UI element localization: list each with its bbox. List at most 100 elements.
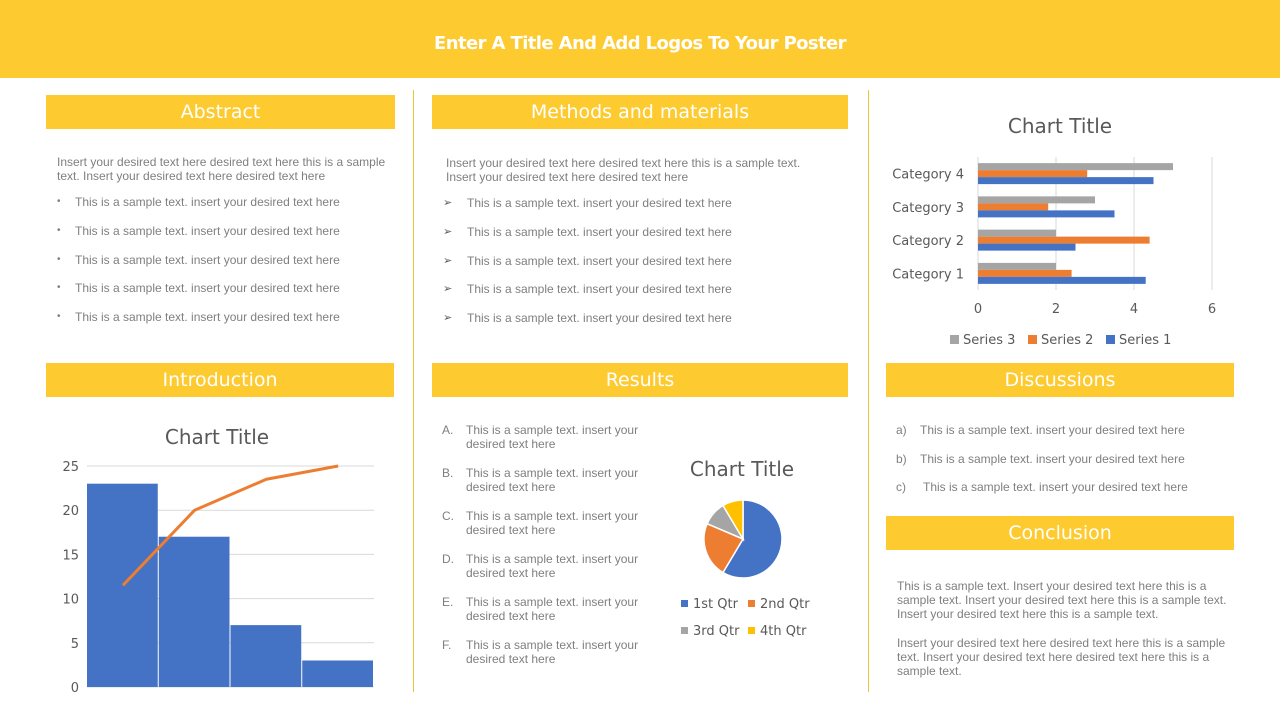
legend-label: Series 3 bbox=[963, 333, 1015, 348]
list-item: ➢ This is a sample text. insert your desi… bbox=[443, 254, 823, 283]
y-tick-label: 20 bbox=[62, 504, 79, 519]
conclusion-heading: Conclusion bbox=[886, 516, 1234, 550]
list-item-text: This is a sample text. insert your desir… bbox=[923, 480, 1188, 494]
bullet-dot-icon: • bbox=[57, 282, 61, 294]
methods-intro: Insert your desired text here desired te… bbox=[446, 156, 801, 184]
methods-heading: Methods and materials bbox=[432, 95, 848, 129]
list-item-text: This is a sample text. insert your desir… bbox=[75, 281, 340, 296]
x-tick-label: 4 bbox=[1130, 302, 1138, 317]
legend-swatch bbox=[748, 600, 755, 607]
list-item: • This is a sample text. insert your desi… bbox=[57, 253, 397, 282]
bar-chart: 0 2 4 6 Category 1 Category 2 Category 3 Catego… bbox=[892, 157, 1216, 348]
bar-series-1 bbox=[978, 210, 1115, 218]
legend-swatch bbox=[681, 600, 688, 607]
bullet-dot-icon: • bbox=[57, 196, 61, 207]
pareto-bar bbox=[230, 625, 302, 687]
list-item: ➢ This is a sample text. insert your desi… bbox=[443, 282, 823, 311]
bar-series-3 bbox=[978, 262, 1056, 270]
list-item-text: This is a sample text. insert your desir… bbox=[466, 595, 639, 623]
list-marker: B. bbox=[442, 466, 454, 480]
list-marker: b) bbox=[896, 451, 907, 466]
list-item-text: This is a sample text. insert your desir… bbox=[466, 509, 639, 537]
introduction-heading: Introduction bbox=[46, 363, 394, 397]
legend-label: Series 2 bbox=[1041, 333, 1093, 348]
list-item-text: This is a sample text. insert your desir… bbox=[920, 451, 1185, 466]
arrow-right-icon: ➢ bbox=[443, 312, 453, 325]
bar-series-2 bbox=[978, 203, 1049, 211]
list-item: • This is a sample text. insert your desi… bbox=[57, 310, 397, 339]
list-marker: c) bbox=[896, 480, 906, 494]
list-marker: C. bbox=[442, 509, 454, 523]
list-item: • This is a sample text. insert your desi… bbox=[57, 195, 397, 224]
list-marker: F. bbox=[442, 638, 452, 652]
y-tick-label: 25 bbox=[62, 460, 79, 475]
x-tick-label: 0 bbox=[974, 302, 982, 317]
list-item-text: This is a sample text. insert your desir… bbox=[467, 311, 732, 326]
y-tick-label: 5 bbox=[71, 637, 79, 652]
pareto-bar bbox=[87, 483, 158, 687]
y-tick-label: 15 bbox=[62, 548, 79, 563]
list-marker: D. bbox=[442, 552, 454, 566]
bullet-dot-icon: • bbox=[57, 224, 61, 236]
legend-label: 1st Qtr bbox=[693, 597, 739, 612]
arrow-right-icon: ➢ bbox=[443, 254, 453, 267]
abstract-heading: Abstract bbox=[46, 95, 395, 129]
x-tick-label: 6 bbox=[1208, 302, 1216, 317]
y-tick-label: 0 bbox=[71, 681, 79, 696]
legend-label: 3rd Qtr bbox=[693, 624, 740, 639]
list-item-text: This is a sample text. insert your desir… bbox=[466, 552, 639, 580]
arrow-right-icon: ➢ bbox=[443, 283, 453, 296]
arrow-right-icon: ➢ bbox=[443, 225, 453, 238]
bar-chart-title: Chart Title bbox=[1007, 114, 1113, 138]
pareto-bar bbox=[302, 660, 373, 687]
list-marker: a) bbox=[896, 423, 907, 437]
list-item-text: This is a sample text. insert your desir… bbox=[75, 223, 340, 238]
arrow-right-icon: ➢ bbox=[443, 197, 453, 209]
x-tick-label: 2 bbox=[1052, 302, 1060, 317]
legend-swatch bbox=[1106, 335, 1115, 344]
bar-series-2 bbox=[978, 236, 1150, 244]
list-item: b) This is a sample text. insert your des… bbox=[896, 452, 1236, 481]
bar-series-2 bbox=[978, 269, 1072, 277]
y-category-label: Category 3 bbox=[892, 201, 964, 216]
bullet-dot-icon: • bbox=[57, 253, 61, 265]
y-category-label: Category 4 bbox=[892, 168, 964, 183]
poster-header: Enter A Title And Add Logos To Your Post… bbox=[0, 0, 1280, 78]
list-item-text: This is a sample text. insert your desir… bbox=[466, 638, 639, 666]
methods-list: ➢ This is a sample text. insert your desi… bbox=[443, 196, 823, 340]
bullet-dot-icon: • bbox=[57, 311, 61, 323]
discussions-list: a) This is a sample text. insert your des… bbox=[896, 423, 1236, 509]
column-divider bbox=[868, 90, 869, 692]
list-item: ➢ This is a sample text. insert your desi… bbox=[443, 311, 823, 340]
bar-series-1 bbox=[978, 177, 1154, 185]
column-divider bbox=[413, 90, 414, 692]
list-item-text: This is a sample text. insert your desir… bbox=[467, 282, 732, 297]
list-item-text: This is a sample text. insert your desir… bbox=[467, 196, 732, 210]
legend-swatch bbox=[681, 627, 688, 634]
pareto-bar bbox=[158, 536, 230, 687]
bar-series-3 bbox=[978, 196, 1095, 204]
discussions-heading: Discussions bbox=[886, 363, 1234, 397]
list-item: F. This is a sample text. insert your des… bbox=[442, 638, 652, 681]
legend-swatch bbox=[950, 335, 959, 344]
bar-series-2 bbox=[978, 170, 1088, 178]
list-marker: E. bbox=[442, 595, 454, 609]
pie-chart: 1st Qtr 2nd Qtr 3rd Qtr 4th Qtr bbox=[681, 499, 810, 639]
list-item-text: This is a sample text. insert your desir… bbox=[467, 224, 732, 239]
conclusion-paragraph-1: This is a sample text. Insert your desir… bbox=[897, 579, 1227, 621]
legend-swatch bbox=[1028, 335, 1037, 344]
bar-series-1 bbox=[978, 243, 1076, 251]
abstract-list: • This is a sample text. insert your desi… bbox=[57, 195, 397, 339]
list-item: c) This is a sample text. insert your des… bbox=[896, 480, 1236, 509]
poster-title: Enter A Title And Add Logos To Your Post… bbox=[434, 33, 846, 54]
list-item: ➢ This is a sample text. insert your desi… bbox=[443, 225, 823, 254]
results-heading: Results bbox=[432, 363, 848, 397]
list-item: D. This is a sample text. insert your des… bbox=[442, 552, 652, 595]
list-item-text: This is a sample text. insert your desir… bbox=[467, 253, 732, 268]
list-item: • This is a sample text. insert your desi… bbox=[57, 224, 397, 253]
abstract-intro: Insert your desired text here desired te… bbox=[57, 155, 386, 183]
pie-chart-title: Chart Title bbox=[689, 457, 795, 481]
list-item: • This is a sample text. insert your desi… bbox=[57, 281, 397, 310]
legend-label: Series 1 bbox=[1119, 333, 1171, 348]
legend-label: 4th Qtr bbox=[760, 624, 807, 639]
